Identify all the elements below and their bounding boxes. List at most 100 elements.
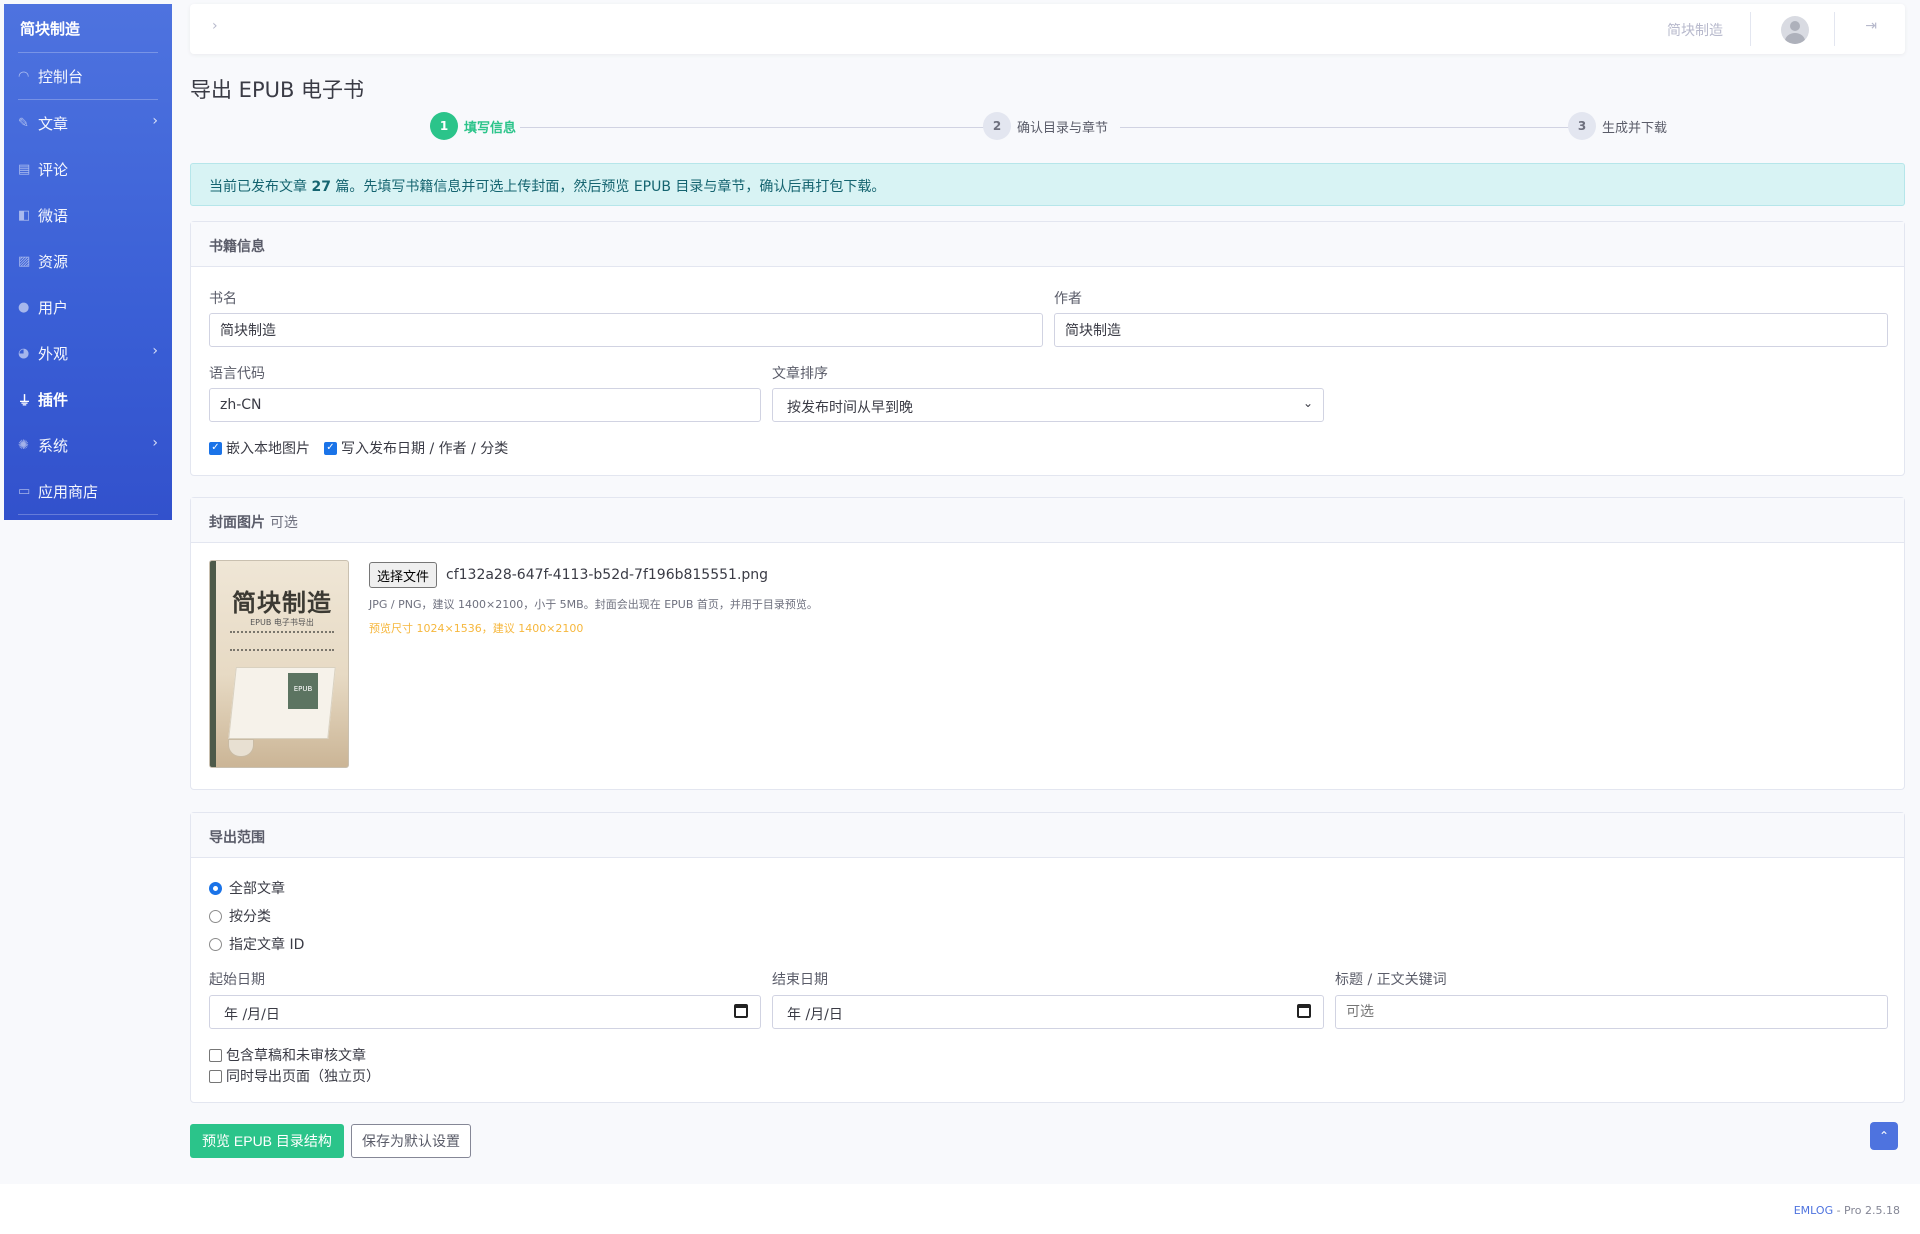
- start-date-input[interactable]: 年 /月/日: [209, 995, 761, 1029]
- export-pages-label: 同时导出页面（独立页）: [226, 1069, 380, 1085]
- include-drafts-label: 包含草稿和未审核文章: [226, 1048, 366, 1064]
- tachometer-icon: ◠: [18, 68, 30, 84]
- book-title-label: 书名: [209, 291, 237, 307]
- scroll-to-top-button[interactable]: ⌃: [1870, 1122, 1898, 1150]
- step-label: 确认目录与章节: [1017, 116, 1113, 136]
- topbar-divider: [1750, 12, 1751, 46]
- book-title-input[interactable]: [209, 313, 1043, 347]
- save-default-button[interactable]: 保存为默认设置: [351, 1124, 471, 1158]
- end-date-input[interactable]: 年 /月/日: [772, 995, 1324, 1029]
- sort-selected-value: 按发布时间从早到晚: [787, 400, 913, 416]
- plug-icon: ⏚: [18, 393, 32, 409]
- cover-image-subtitle: EPUB 电子书导出: [250, 618, 314, 627]
- choose-file-button[interactable]: 选择文件: [369, 562, 438, 588]
- calendar-icon[interactable]: [1297, 1004, 1311, 1018]
- note-icon: ◧: [18, 207, 31, 223]
- sort-label: 文章排序: [772, 366, 828, 382]
- version-text: - Pro 2.5.18: [1833, 1204, 1900, 1217]
- sidebar: 简块制造 ◠ 控制台 ✎ 文章 › ▤ 评论 ◧ 微语 ▨ 资源 ● 用户 ◕ …: [4, 4, 172, 520]
- embed-images-row[interactable]: 嵌入本地图片: [209, 438, 310, 458]
- avatar[interactable]: [1781, 16, 1809, 44]
- cover-image-title: 简块制造: [232, 588, 332, 617]
- language-input[interactable]: [209, 388, 761, 422]
- write-meta-label: 写入发布日期 / 作者 / 分类: [341, 441, 509, 457]
- author-input[interactable]: [1054, 313, 1888, 347]
- chevron-right-icon: ›: [152, 435, 158, 451]
- sidebar-item-plugins[interactable]: ⏚ 插件: [4, 376, 172, 422]
- calendar-icon[interactable]: [734, 1004, 748, 1018]
- palette-icon: ◕: [18, 345, 30, 361]
- chevron-right-icon: ›: [152, 343, 158, 359]
- alert-suffix: 篇。先填写书籍信息并可选上传封面，然后预览 EPUB 目录与章节，确认后再打包下…: [330, 179, 886, 195]
- step-number: 1: [430, 112, 458, 140]
- export-range-card: 导出范围 全部文章 按分类 指定文章 ID 起始日期 年 /月/日 结束日期 年…: [190, 812, 1905, 1103]
- sidebar-item-label: 微语: [38, 206, 69, 225]
- export-pages-checkbox[interactable]: [209, 1069, 222, 1083]
- book-info-card: 书籍信息 书名 作者 语言代码 文章排序 按发布时间从早到晚 ⌄ 嵌入本地图片 …: [190, 221, 1905, 476]
- export-pages-row[interactable]: 同时导出页面（独立页）: [209, 1066, 380, 1086]
- keyword-input[interactable]: [1335, 995, 1888, 1029]
- sidebar-brand[interactable]: 简块制造: [4, 4, 172, 52]
- sort-select[interactable]: 按发布时间从早到晚 ⌄: [772, 388, 1324, 422]
- step-label: 生成并下载: [1602, 116, 1672, 136]
- sidebar-item-app-store[interactable]: ▭ 应用商店: [4, 468, 172, 514]
- preview-epub-button[interactable]: 预览 EPUB 目录结构: [190, 1124, 344, 1158]
- cover-spine: [210, 561, 216, 767]
- keyword-label: 标题 / 正文关键词: [1335, 972, 1447, 988]
- include-drafts-row[interactable]: 包含草稿和未审核文章: [209, 1045, 366, 1065]
- step-number: 2: [983, 112, 1011, 140]
- step-confirm-toc: 2 确认目录与章节: [983, 112, 1113, 140]
- sidebar-item-label: 系统: [38, 436, 69, 455]
- logout-icon[interactable]: ⇥: [1865, 18, 1877, 34]
- start-date-label: 起始日期: [209, 972, 265, 988]
- sidebar-item-label: 插件: [38, 390, 69, 409]
- author-label: 作者: [1054, 291, 1082, 307]
- range-radio-ids[interactable]: [209, 937, 222, 951]
- embed-images-checkbox[interactable]: [209, 441, 222, 455]
- topbar-divider: [1834, 12, 1835, 46]
- language-label: 语言代码: [209, 366, 265, 382]
- selected-file-name: cf132a28-647f-4113-b52d-7f196b815551.png: [446, 567, 769, 583]
- alert-prefix: 当前已发布文章: [209, 179, 312, 195]
- sidebar-item-label: 资源: [38, 252, 69, 271]
- sidebar-item-articles[interactable]: ✎ 文章 ›: [4, 100, 172, 146]
- write-meta-checkbox[interactable]: [324, 441, 337, 455]
- step-label: 填写信息: [464, 116, 521, 136]
- range-option-label: 指定文章 ID: [229, 937, 305, 953]
- cover-header-title: 封面图片: [209, 515, 265, 531]
- sidebar-item-comments[interactable]: ▤ 评论: [4, 146, 172, 192]
- sidebar-item-dashboard[interactable]: ◠ 控制台: [4, 53, 172, 99]
- range-radio-all[interactable]: [209, 881, 222, 895]
- range-option-category[interactable]: 按分类: [209, 906, 271, 926]
- embed-images-label: 嵌入本地图片: [226, 441, 310, 457]
- chevron-down-icon: ⌄: [1302, 396, 1313, 410]
- cover-size-warning: 预览尺寸 1024×1536，建议 1400×2100: [369, 622, 584, 635]
- range-option-label: 全部文章: [229, 881, 285, 897]
- stepper: 1 填写信息 2 确认目录与章节 3 生成并下载: [430, 112, 1680, 142]
- sidebar-item-label: 控制台: [38, 67, 84, 86]
- sidebar-toggle-icon[interactable]: ›: [212, 18, 218, 34]
- cover-help-text: JPG / PNG，建议 1400×2100，小于 5MB。封面会出现在 EPU…: [369, 598, 818, 611]
- range-radio-category[interactable]: [209, 909, 222, 923]
- sidebar-item-system[interactable]: ✺ 系统 ›: [4, 422, 172, 468]
- range-option-ids[interactable]: 指定文章 ID: [209, 934, 304, 954]
- image-icon: ▨: [18, 253, 31, 269]
- write-meta-row[interactable]: 写入发布日期 / 作者 / 分类: [324, 438, 508, 458]
- cover-header-note: 可选: [269, 515, 298, 531]
- published-count: 27: [311, 179, 331, 195]
- sidebar-item-label: 评论: [38, 160, 69, 179]
- sidebar-item-media[interactable]: ▨ 资源: [4, 238, 172, 284]
- sidebar-item-appearance[interactable]: ◕ 外观 ›: [4, 330, 172, 376]
- cart-icon: ▭: [18, 483, 31, 499]
- cover-decoration: [230, 631, 334, 651]
- sidebar-item-users[interactable]: ● 用户: [4, 284, 172, 330]
- emlog-link[interactable]: EMLOG: [1794, 1204, 1833, 1217]
- cover-badge: EPUB: [288, 673, 318, 709]
- range-option-all[interactable]: 全部文章: [209, 878, 285, 898]
- include-drafts-checkbox[interactable]: [209, 1048, 222, 1062]
- cover-preview-image: 简块制造 EPUB 电子书导出 EPUB: [209, 560, 349, 768]
- site-name-link[interactable]: 简块制造: [1667, 20, 1723, 40]
- sidebar-item-microposts[interactable]: ◧ 微语: [4, 192, 172, 238]
- step-fill-info: 1 填写信息: [430, 112, 521, 140]
- step-connector: [510, 127, 1000, 128]
